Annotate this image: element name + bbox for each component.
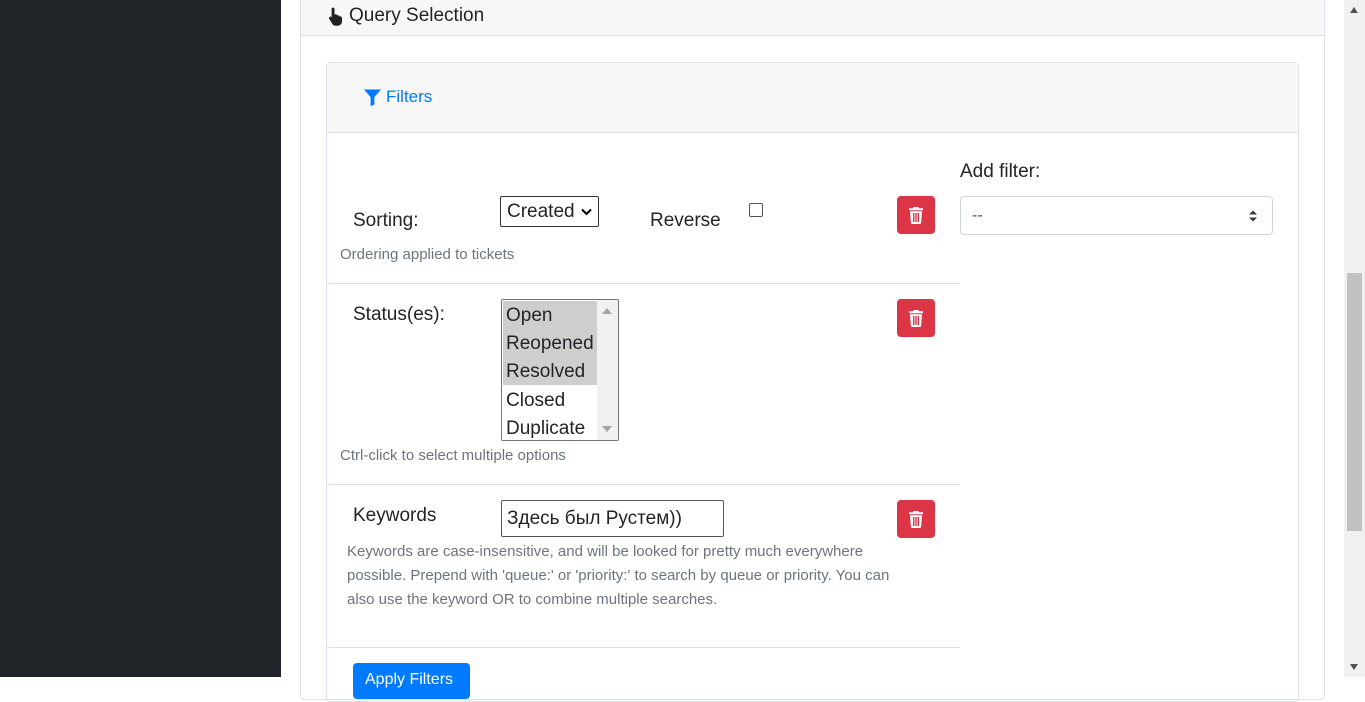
add-filter-value: --: [972, 207, 983, 224]
filters-toggle-label: Filters: [386, 87, 433, 106]
reverse-checkbox[interactable]: [749, 203, 763, 217]
listbox-scrollbar[interactable]: [597, 300, 618, 440]
status-option-reopened[interactable]: Reopened: [503, 329, 598, 357]
divider: [327, 647, 960, 648]
sort-updown-icon: [1249, 210, 1257, 222]
chevron-down-icon: [581, 208, 592, 215]
page-scrollbar[interactable]: [1344, 0, 1365, 677]
scroll-up-icon[interactable]: [602, 308, 612, 314]
filter-icon: [364, 89, 381, 106]
scrollbar-thumb[interactable]: [1347, 273, 1362, 531]
remove-sorting-button[interactable]: [897, 196, 935, 234]
status-help: Ctrl-click to select multiple options: [340, 447, 566, 464]
filters-header: Filters: [327, 63, 1298, 133]
sorting-select-value: Created: [507, 200, 575, 222]
status-option-duplicate[interactable]: Duplicate: [503, 414, 598, 440]
add-filter-select[interactable]: --: [960, 196, 1273, 235]
sorting-select[interactable]: Created: [500, 196, 599, 227]
sorting-label: Sorting:: [353, 210, 419, 231]
scroll-down-icon[interactable]: [602, 426, 612, 432]
remove-keywords-button[interactable]: [897, 500, 935, 538]
keywords-help-line: Keywords are case-insensitive, and will …: [347, 543, 864, 560]
hand-pointer-icon: [328, 7, 342, 26]
apply-filters-button[interactable]: Apply Filters: [353, 663, 470, 699]
trash-icon: [909, 510, 923, 528]
sorting-help: Ordering applied to tickets: [340, 246, 515, 263]
divider: [327, 283, 960, 284]
keywords-input[interactable]: [501, 500, 724, 537]
add-filter-label: Add filter:: [960, 161, 1041, 182]
scroll-up-icon[interactable]: [1350, 7, 1358, 13]
trash-icon: [909, 309, 923, 327]
keywords-help-line: possible. Prepend with 'queue:' or 'prio…: [347, 567, 890, 584]
filters-toggle[interactable]: Filters: [363, 87, 432, 107]
trash-icon: [909, 206, 923, 224]
status-listbox[interactable]: Open Reopened Resolved Closed Duplicate: [501, 299, 619, 441]
keywords-label: Keywords: [353, 505, 437, 526]
card-title-text: Query Selection: [349, 5, 485, 26]
reverse-label: Reverse: [650, 210, 721, 231]
status-option-open[interactable]: Open: [503, 301, 598, 329]
keywords-help-line: also use the keyword OR to combine multi…: [347, 591, 718, 608]
sidebar: [0, 0, 281, 677]
card-title: Query Selection: [327, 5, 484, 27]
status-option-closed[interactable]: Closed: [503, 386, 598, 414]
status-option-resolved[interactable]: Resolved: [503, 357, 598, 385]
remove-status-button[interactable]: [897, 299, 935, 337]
status-label: Status(es):: [353, 304, 445, 325]
divider: [327, 484, 960, 485]
scroll-down-icon[interactable]: [1350, 664, 1358, 670]
card-header: Query Selection: [301, 0, 1324, 36]
